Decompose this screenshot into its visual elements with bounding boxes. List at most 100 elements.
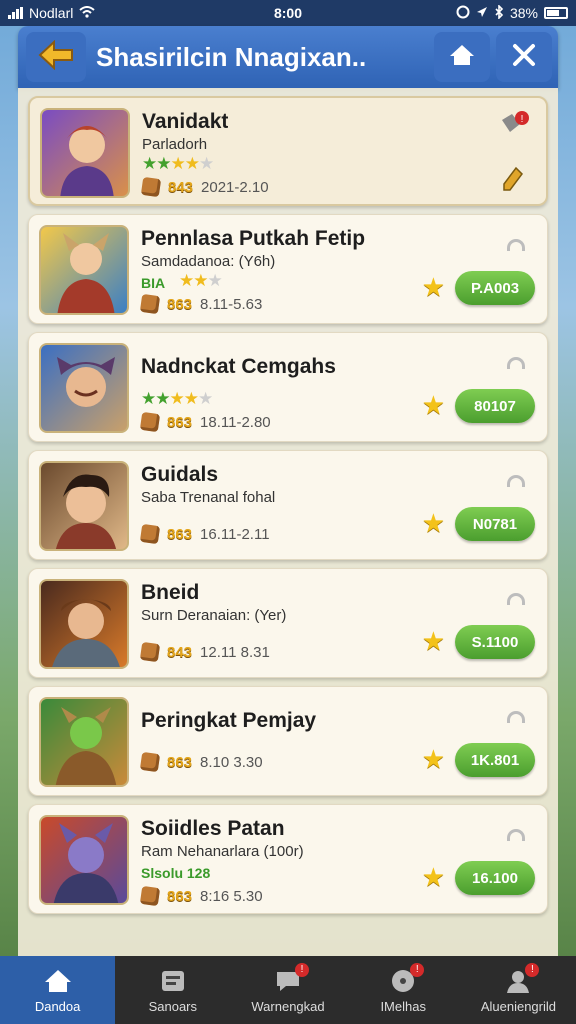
signal-icon (8, 7, 23, 19)
loading-icon (507, 475, 525, 487)
avatar (39, 815, 129, 905)
score-button[interactable]: 1K.801 (455, 743, 535, 777)
chest-icon (139, 293, 161, 315)
rating-stars: ★★★★★ (142, 154, 214, 173)
disc-icon: ! (388, 962, 425, 995)
avatar (39, 697, 129, 787)
gold-value: 863 (167, 887, 193, 905)
list-item[interactable]: Soiidles Patan Ram Nehanarlara (100r) Sl… (28, 804, 548, 914)
item-subtitle: Ram Nehanarlara (100r) (141, 843, 304, 860)
nav-item-chat[interactable]: ! Warnengkad (230, 956, 345, 1024)
nav-label: Alueniengrild (480, 998, 556, 1014)
back-button[interactable] (26, 32, 86, 82)
carrier-label: Nodlarl (29, 5, 74, 21)
item-date: 12.11 8.31 (200, 643, 270, 661)
loading-icon (507, 829, 525, 841)
user-icon: ! (503, 962, 540, 995)
loading-icon (507, 357, 525, 369)
list-item[interactable]: Guidals Saba Trenanal fohal 863 16.11-2.… (28, 450, 548, 560)
list-item[interactable]: Vanidakt Parladorh ★★★★★ 843 2021-2.10 ! (28, 96, 548, 206)
item-title: Bneid (141, 581, 200, 604)
status-bar: Nodlarl 8:00 38% (0, 0, 576, 26)
avatar (40, 108, 130, 198)
list-item[interactable]: Pennlasa Putkah Fetip Samdadanoa: (Y6h) … (28, 214, 548, 324)
item-meta: 863 18.11-2.80 (139, 411, 271, 433)
avatar (39, 343, 129, 433)
item-meta: 843 2021-2.10 (140, 176, 269, 198)
gold-value: 863 (167, 295, 193, 313)
loading-icon (507, 593, 525, 605)
close-button[interactable] (496, 32, 552, 82)
avatar (39, 225, 129, 315)
avatar (39, 579, 129, 669)
svg-text:!: ! (521, 114, 524, 125)
item-title: Nadnckat Cemgahs (141, 355, 336, 378)
list-item[interactable]: Peringkat Pemjay 863 8.10 3.30 ★ 1K.801 (28, 686, 548, 796)
item-meta: 843 12.11 8.31 (139, 641, 270, 663)
gold-value: 863 (167, 525, 193, 543)
item-subtitle: Parladorh (142, 136, 208, 153)
item-title: Peringkat Pemjay (141, 709, 317, 732)
ranking-list: Vanidakt Parladorh ★★★★★ 843 2021-2.10 !… (18, 88, 558, 956)
notification-icon[interactable]: ! (498, 110, 532, 145)
loading-icon (507, 239, 525, 251)
chest-icon (139, 751, 161, 773)
score-button[interactable]: 80107 (455, 389, 535, 423)
close-icon (511, 42, 537, 73)
item-subtitle: Saba Trenanal fohal (141, 489, 276, 506)
score-button[interactable]: 16.100 (455, 861, 535, 895)
nav-item-list[interactable]: Sanoars (115, 956, 230, 1024)
chat-icon: ! (273, 962, 309, 995)
item-subtitle: Surn Deranaian: (Yer) (141, 607, 287, 624)
notification-badge: ! (410, 962, 425, 977)
item-date: 18.11-2.80 (200, 413, 271, 431)
home-button[interactable] (434, 32, 490, 82)
notification-badge: ! (295, 962, 309, 977)
clock: 8:00 (273, 5, 303, 21)
loading-icon (507, 711, 525, 723)
nav-label: Warnengkad (251, 998, 325, 1014)
item-date: 8.11-5.63 (200, 295, 263, 313)
page-title: Shasirilcin Nnagixan.. (96, 41, 367, 72)
edit-icon[interactable] (500, 164, 526, 197)
score-button[interactable]: N0781 (455, 507, 535, 541)
list-item[interactable]: Nadnckat Cemgahs ★★★★★ 863 18.11-2.80 ★ … (28, 332, 548, 442)
bottom-navigation: Dandoa Sanoars ! Warnengkad ! IMelhas ! … (0, 956, 576, 1024)
item-date: 8:16 5.30 (200, 887, 263, 905)
nav-item-profile[interactable]: ! Alueniengrild (461, 956, 576, 1024)
nav-item-media[interactable]: ! IMelhas (346, 956, 461, 1024)
score-button[interactable]: P.A003 (455, 271, 535, 305)
item-tag: BIA (141, 275, 166, 291)
item-title: Vanidakt (142, 110, 229, 133)
list-icon (158, 967, 188, 995)
bluetooth-icon (494, 3, 504, 22)
battery-icon (544, 7, 568, 19)
star-icon: ★ (421, 272, 445, 302)
item-meta: 863 8.10 3.30 (139, 751, 263, 773)
star-icon: ★ (421, 390, 445, 420)
nav-item-home[interactable]: Dandoa (0, 956, 116, 1024)
chest-icon (139, 523, 161, 545)
app-header: Shasirilcin Nnagixan.. (18, 26, 558, 88)
gold-value: 863 (167, 753, 193, 771)
nav-label: Sanoars (148, 998, 198, 1014)
rating-stars: ★★★ (179, 271, 223, 290)
item-date: 8.10 3.30 (200, 753, 263, 771)
nav-label: Dandoa (34, 998, 81, 1014)
wifi-icon (79, 5, 96, 21)
home-icon (43, 967, 73, 995)
item-title: Pennlasa Putkah Fetip (141, 227, 366, 250)
star-icon: ★ (421, 744, 445, 774)
gold-value: 843 (167, 643, 193, 661)
location-icon (476, 5, 488, 21)
gold-value: 843 (168, 178, 194, 196)
home-icon (448, 43, 476, 72)
score-button[interactable]: S.1100 (455, 625, 535, 659)
list-item[interactable]: Bneid Surn Deranaian: (Yer) 843 12.11 8.… (28, 568, 548, 678)
item-meta: 863 8:16 5.30 (139, 885, 263, 907)
item-date: 2021-2.10 (201, 178, 269, 196)
rating-stars: ★★★★★ (141, 389, 213, 408)
chest-icon (140, 176, 162, 198)
arrow-left-icon (38, 39, 74, 75)
item-tag: Slsolu 128 (141, 865, 211, 881)
